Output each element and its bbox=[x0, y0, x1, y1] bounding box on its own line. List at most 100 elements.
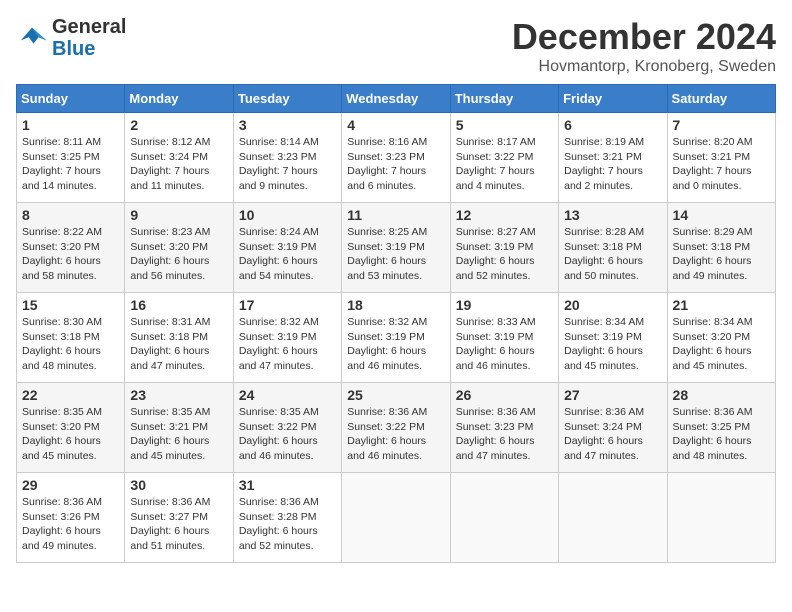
day-info: Sunrise: 8:17 AM Sunset: 3:22 PM Dayligh… bbox=[456, 135, 553, 194]
day-number: 24 bbox=[239, 387, 336, 403]
day-info: Sunrise: 8:34 AM Sunset: 3:19 PM Dayligh… bbox=[564, 315, 661, 374]
calendar-cell bbox=[559, 473, 667, 563]
calendar-table: SundayMondayTuesdayWednesdayThursdayFrid… bbox=[16, 84, 776, 563]
calendar-cell: 15 Sunrise: 8:30 AM Sunset: 3:18 PM Dayl… bbox=[17, 293, 125, 383]
calendar-cell: 1 Sunrise: 8:11 AM Sunset: 3:25 PM Dayli… bbox=[17, 113, 125, 203]
day-info: Sunrise: 8:11 AM Sunset: 3:25 PM Dayligh… bbox=[22, 135, 119, 194]
day-number: 7 bbox=[673, 117, 770, 133]
day-number: 3 bbox=[239, 117, 336, 133]
day-number: 5 bbox=[456, 117, 553, 133]
calendar-cell: 4 Sunrise: 8:16 AM Sunset: 3:23 PM Dayli… bbox=[342, 113, 450, 203]
day-info: Sunrise: 8:35 AM Sunset: 3:20 PM Dayligh… bbox=[22, 405, 119, 464]
day-info: Sunrise: 8:31 AM Sunset: 3:18 PM Dayligh… bbox=[130, 315, 227, 374]
day-info: Sunrise: 8:33 AM Sunset: 3:19 PM Dayligh… bbox=[456, 315, 553, 374]
day-info: Sunrise: 8:36 AM Sunset: 3:23 PM Dayligh… bbox=[456, 405, 553, 464]
day-info: Sunrise: 8:20 AM Sunset: 3:21 PM Dayligh… bbox=[673, 135, 770, 194]
calendar-header-row: SundayMondayTuesdayWednesdayThursdayFrid… bbox=[17, 85, 776, 113]
calendar-week-row: 8 Sunrise: 8:22 AM Sunset: 3:20 PM Dayli… bbox=[17, 203, 776, 293]
page-header: General Blue December 2024 Hovmantorp, K… bbox=[16, 16, 776, 76]
calendar-cell: 25 Sunrise: 8:36 AM Sunset: 3:22 PM Dayl… bbox=[342, 383, 450, 473]
calendar-header-saturday: Saturday bbox=[667, 85, 775, 113]
day-info: Sunrise: 8:28 AM Sunset: 3:18 PM Dayligh… bbox=[564, 225, 661, 284]
location-title: Hovmantorp, Kronoberg, Sweden bbox=[512, 58, 776, 76]
day-number: 12 bbox=[456, 207, 553, 223]
calendar-cell bbox=[667, 473, 775, 563]
day-number: 26 bbox=[456, 387, 553, 403]
calendar-cell: 12 Sunrise: 8:27 AM Sunset: 3:19 PM Dayl… bbox=[450, 203, 558, 293]
calendar-cell: 16 Sunrise: 8:31 AM Sunset: 3:18 PM Dayl… bbox=[125, 293, 233, 383]
logo-icon bbox=[16, 24, 48, 52]
calendar-cell: 29 Sunrise: 8:36 AM Sunset: 3:26 PM Dayl… bbox=[17, 473, 125, 563]
day-info: Sunrise: 8:36 AM Sunset: 3:25 PM Dayligh… bbox=[673, 405, 770, 464]
day-number: 17 bbox=[239, 297, 336, 313]
calendar-cell: 8 Sunrise: 8:22 AM Sunset: 3:20 PM Dayli… bbox=[17, 203, 125, 293]
day-info: Sunrise: 8:36 AM Sunset: 3:22 PM Dayligh… bbox=[347, 405, 444, 464]
day-number: 22 bbox=[22, 387, 119, 403]
calendar-cell: 30 Sunrise: 8:36 AM Sunset: 3:27 PM Dayl… bbox=[125, 473, 233, 563]
calendar-week-row: 29 Sunrise: 8:36 AM Sunset: 3:26 PM Dayl… bbox=[17, 473, 776, 563]
day-info: Sunrise: 8:35 AM Sunset: 3:21 PM Dayligh… bbox=[130, 405, 227, 464]
logo-blue-text: Blue bbox=[52, 38, 95, 60]
day-info: Sunrise: 8:30 AM Sunset: 3:18 PM Dayligh… bbox=[22, 315, 119, 374]
calendar-header-thursday: Thursday bbox=[450, 85, 558, 113]
day-info: Sunrise: 8:36 AM Sunset: 3:26 PM Dayligh… bbox=[22, 495, 119, 554]
calendar-cell: 6 Sunrise: 8:19 AM Sunset: 3:21 PM Dayli… bbox=[559, 113, 667, 203]
logo-general-text: General bbox=[52, 16, 126, 38]
day-number: 25 bbox=[347, 387, 444, 403]
day-info: Sunrise: 8:36 AM Sunset: 3:24 PM Dayligh… bbox=[564, 405, 661, 464]
calendar-header-tuesday: Tuesday bbox=[233, 85, 341, 113]
calendar-header-monday: Monday bbox=[125, 85, 233, 113]
day-info: Sunrise: 8:22 AM Sunset: 3:20 PM Dayligh… bbox=[22, 225, 119, 284]
day-number: 2 bbox=[130, 117, 227, 133]
calendar-header-friday: Friday bbox=[559, 85, 667, 113]
day-number: 6 bbox=[564, 117, 661, 133]
day-info: Sunrise: 8:24 AM Sunset: 3:19 PM Dayligh… bbox=[239, 225, 336, 284]
calendar-cell: 2 Sunrise: 8:12 AM Sunset: 3:24 PM Dayli… bbox=[125, 113, 233, 203]
day-number: 10 bbox=[239, 207, 336, 223]
calendar-cell bbox=[450, 473, 558, 563]
day-number: 11 bbox=[347, 207, 444, 223]
day-number: 23 bbox=[130, 387, 227, 403]
day-number: 13 bbox=[564, 207, 661, 223]
calendar-week-row: 22 Sunrise: 8:35 AM Sunset: 3:20 PM Dayl… bbox=[17, 383, 776, 473]
calendar-cell: 11 Sunrise: 8:25 AM Sunset: 3:19 PM Dayl… bbox=[342, 203, 450, 293]
calendar-cell: 18 Sunrise: 8:32 AM Sunset: 3:19 PM Dayl… bbox=[342, 293, 450, 383]
day-number: 31 bbox=[239, 477, 336, 493]
calendar-cell: 24 Sunrise: 8:35 AM Sunset: 3:22 PM Dayl… bbox=[233, 383, 341, 473]
calendar-cell: 9 Sunrise: 8:23 AM Sunset: 3:20 PM Dayli… bbox=[125, 203, 233, 293]
day-number: 20 bbox=[564, 297, 661, 313]
day-number: 21 bbox=[673, 297, 770, 313]
month-title: December 2024 bbox=[512, 16, 776, 58]
day-number: 18 bbox=[347, 297, 444, 313]
calendar-cell: 21 Sunrise: 8:34 AM Sunset: 3:20 PM Dayl… bbox=[667, 293, 775, 383]
day-info: Sunrise: 8:27 AM Sunset: 3:19 PM Dayligh… bbox=[456, 225, 553, 284]
calendar-cell: 19 Sunrise: 8:33 AM Sunset: 3:19 PM Dayl… bbox=[450, 293, 558, 383]
calendar-cell: 14 Sunrise: 8:29 AM Sunset: 3:18 PM Dayl… bbox=[667, 203, 775, 293]
day-number: 27 bbox=[564, 387, 661, 403]
day-number: 8 bbox=[22, 207, 119, 223]
day-info: Sunrise: 8:36 AM Sunset: 3:28 PM Dayligh… bbox=[239, 495, 336, 554]
calendar-cell: 13 Sunrise: 8:28 AM Sunset: 3:18 PM Dayl… bbox=[559, 203, 667, 293]
day-info: Sunrise: 8:16 AM Sunset: 3:23 PM Dayligh… bbox=[347, 135, 444, 194]
calendar-cell: 3 Sunrise: 8:14 AM Sunset: 3:23 PM Dayli… bbox=[233, 113, 341, 203]
day-info: Sunrise: 8:23 AM Sunset: 3:20 PM Dayligh… bbox=[130, 225, 227, 284]
calendar-cell: 5 Sunrise: 8:17 AM Sunset: 3:22 PM Dayli… bbox=[450, 113, 558, 203]
calendar-cell: 31 Sunrise: 8:36 AM Sunset: 3:28 PM Dayl… bbox=[233, 473, 341, 563]
day-info: Sunrise: 8:19 AM Sunset: 3:21 PM Dayligh… bbox=[564, 135, 661, 194]
calendar-week-row: 15 Sunrise: 8:30 AM Sunset: 3:18 PM Dayl… bbox=[17, 293, 776, 383]
calendar-cell: 22 Sunrise: 8:35 AM Sunset: 3:20 PM Dayl… bbox=[17, 383, 125, 473]
title-area: December 2024 Hovmantorp, Kronoberg, Swe… bbox=[512, 16, 776, 76]
calendar-header-sunday: Sunday bbox=[17, 85, 125, 113]
logo: General Blue bbox=[16, 16, 126, 60]
calendar-cell: 27 Sunrise: 8:36 AM Sunset: 3:24 PM Dayl… bbox=[559, 383, 667, 473]
calendar-cell: 7 Sunrise: 8:20 AM Sunset: 3:21 PM Dayli… bbox=[667, 113, 775, 203]
calendar-cell: 17 Sunrise: 8:32 AM Sunset: 3:19 PM Dayl… bbox=[233, 293, 341, 383]
calendar-week-row: 1 Sunrise: 8:11 AM Sunset: 3:25 PM Dayli… bbox=[17, 113, 776, 203]
calendar-cell: 28 Sunrise: 8:36 AM Sunset: 3:25 PM Dayl… bbox=[667, 383, 775, 473]
day-number: 28 bbox=[673, 387, 770, 403]
calendar-cell: 26 Sunrise: 8:36 AM Sunset: 3:23 PM Dayl… bbox=[450, 383, 558, 473]
day-info: Sunrise: 8:14 AM Sunset: 3:23 PM Dayligh… bbox=[239, 135, 336, 194]
day-number: 4 bbox=[347, 117, 444, 133]
day-number: 19 bbox=[456, 297, 553, 313]
day-info: Sunrise: 8:12 AM Sunset: 3:24 PM Dayligh… bbox=[130, 135, 227, 194]
